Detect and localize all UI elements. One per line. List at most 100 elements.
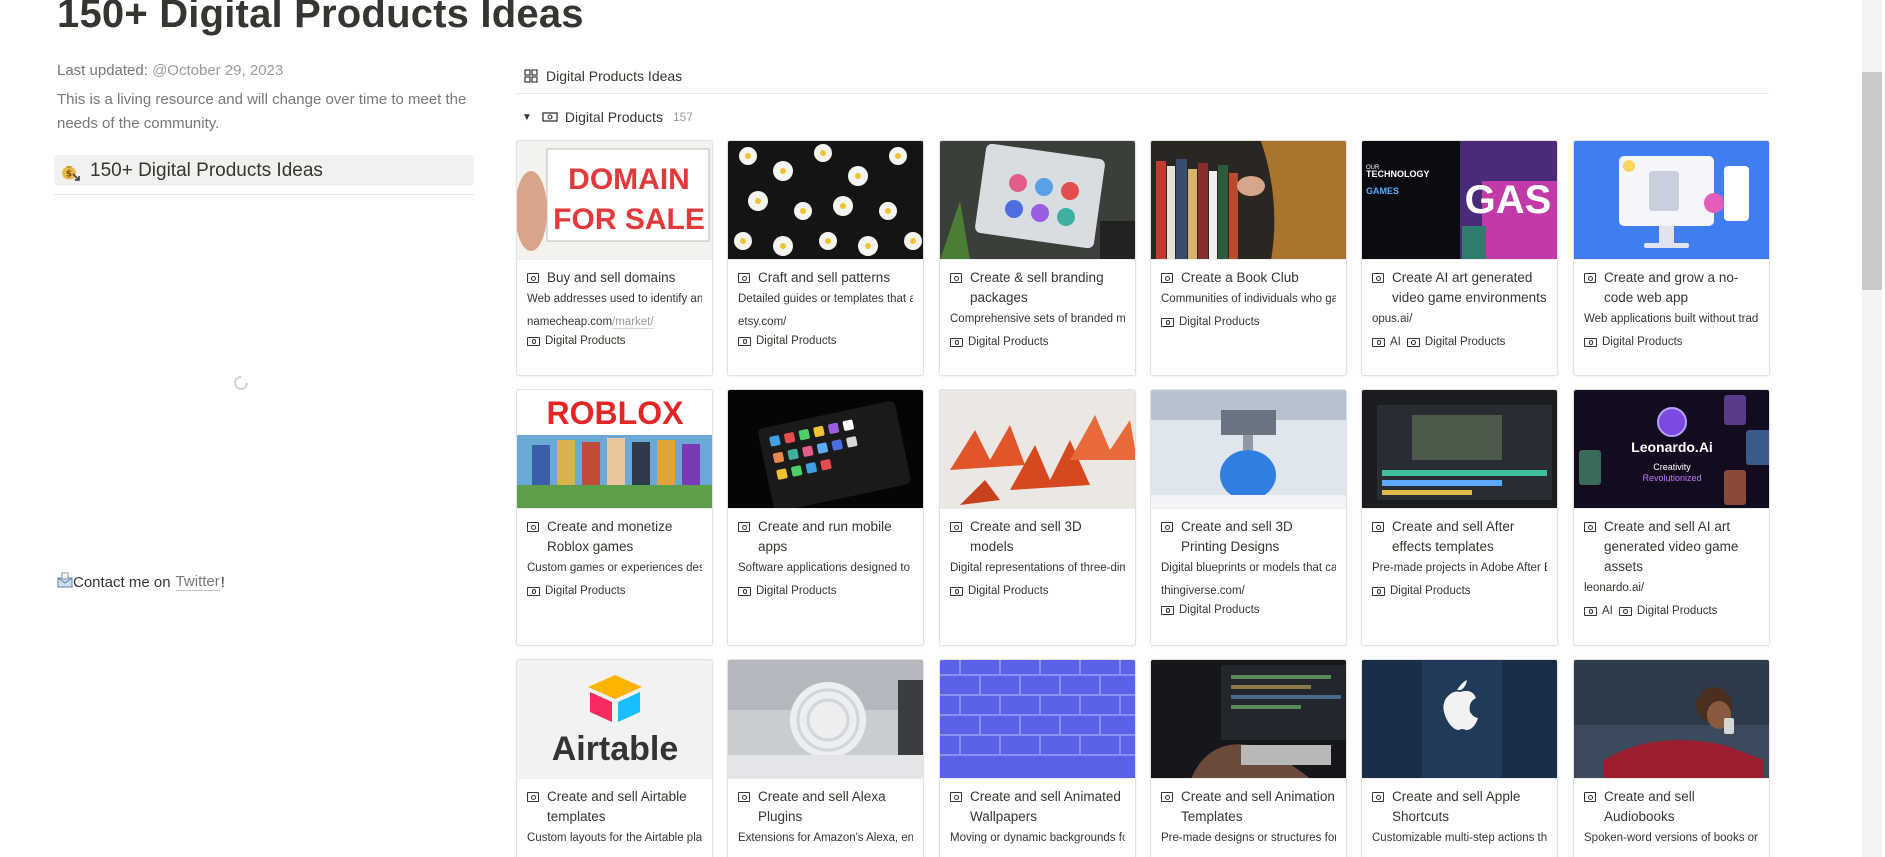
gallery-card[interactable]: Create and run mobile apps Software appl… [727,389,924,646]
money-icon [950,522,962,532]
card-cover-image: Airtable [517,660,712,779]
card-description: Detailed guides or templates that assi [738,293,913,305]
card-title: Create and sell 3D models [970,519,1082,554]
card-url[interactable]: opus.ai/ [1372,313,1547,329]
gallery-card[interactable]: Create and sell Animated Wallpapers Movi… [939,659,1136,857]
last-updated: Last updated: @October 29, 2023 [57,62,477,79]
card-title: Create and sell Apple Shortcuts [1392,789,1521,824]
tag-label: Digital Products [756,585,837,597]
card-cover-image [1362,660,1557,779]
gallery-card[interactable]: Create and sell Audiobooks Spoken-word v… [1573,659,1770,857]
tag-label: AI [1390,336,1401,348]
card-cover-image [1151,390,1346,509]
gallery-card[interactable]: DOMAIN FOR SALE Buy and sell domains Web… [516,140,713,376]
gallery-card[interactable]: Create and sell 3D models Digital repres… [939,389,1136,646]
page-description: This is a living resource and will chang… [57,91,467,132]
tag-label: Digital Products [1179,604,1260,616]
card-url[interactable]: thingiverse.com/ [1161,585,1336,597]
card-description: Spoken-word versions of books or wr [1584,832,1759,844]
gallery-card[interactable]: Create & sell branding packages Comprehe… [939,140,1136,376]
money-icon [1584,273,1596,283]
gallery-card[interactable]: OUR TECHNOLOGY GAMES GAS Create AI art g… [1361,140,1558,376]
gallery-card[interactable]: Airtable Create and sell Airtable templa… [516,659,713,857]
money-icon [1584,606,1597,616]
card-title: Create AI art generated video game envir… [1392,270,1547,305]
card-title: Buy and sell domains [547,270,676,285]
tag: AI [1584,605,1613,617]
money-icon [527,336,540,346]
group-header[interactable]: ▼ Digital Products 157 [522,109,693,125]
card-cover-image [1362,390,1557,509]
divider [516,93,1770,94]
gallery-card[interactable]: Create and sell 3D Printing Designs Digi… [1150,389,1347,646]
card-description: Custom games or experiences design [527,562,702,574]
tag: Digital Products [1161,316,1260,328]
gallery-card[interactable]: ROBLOX Create and monetize Roblox games … [516,389,713,646]
tag-label: Digital Products [545,335,626,347]
card-url[interactable]: namecheap.com/market/ [527,316,702,329]
card-title: Create and sell Audiobooks [1604,789,1695,824]
money-icon [1406,337,1420,347]
card-url[interactable]: etsy.com/ [738,316,913,328]
gallery-card[interactable]: Create and sell Apple Shortcuts Customiz… [1361,659,1558,857]
tag: Digital Products [738,335,837,347]
money-icon [1584,522,1596,532]
card-cover-image [940,141,1135,260]
tag: Digital Products [950,585,1049,597]
card-description: Moving or dynamic backgrounds for c [950,832,1125,844]
money-icon [950,586,963,596]
card-cover-image [1574,141,1769,260]
gallery-card[interactable]: Create and sell Animation Templates Pre-… [1150,659,1347,857]
gallery-card[interactable]: Leonardo.Ai Creativity Revolutionized Cr… [1573,389,1770,646]
gallery-card[interactable]: Create a Book Club Communities of indivi… [1150,140,1347,376]
card-url-path: /market/ [612,316,654,329]
money-icon [527,273,539,283]
card-description: Web applications built without traditi [1584,313,1759,325]
tag: Digital Products [950,336,1049,348]
card-title: Create and sell Alexa Plugins [758,789,886,824]
card-cover-image [728,390,923,509]
database-view-tab[interactable]: Digital Products Ideas [524,68,682,84]
money-icon [1372,586,1385,596]
group-count: 157 [672,110,693,124]
card-description: Communities of individuals who gath [1161,293,1336,305]
tag: AI [1372,336,1401,348]
domain-sign-line1: DOMAIN [568,163,690,196]
card-cover-image [1151,141,1346,260]
contact-prefix: Contact me on [73,573,171,591]
card-cover-image: ROBLOX [517,390,712,509]
left-column: Last updated: @October 29, 2023 This is … [57,62,477,136]
caret-down-icon[interactable]: ▼ [522,112,532,123]
card-title: Create and sell After effects templates [1392,519,1515,554]
divider [54,194,474,195]
gallery-card[interactable]: Create and sell After effects templates … [1361,389,1558,646]
money-bag-icon: $ [60,161,80,181]
tag: Digital Products [1584,336,1683,348]
money-icon [527,792,539,802]
card-description: Comprehensive sets of branded mate [950,313,1125,325]
card-title: Create and sell Animation Templates [1181,789,1335,824]
date-mention[interactable]: @October 29, 2023 [152,62,283,79]
scrollbar-thumb[interactable] [1862,72,1882,290]
card-url[interactable]: leonardo.ai/ [1584,582,1759,598]
toc-link[interactable]: $ 150+ Digital Products Ideas [54,155,474,186]
thumb-text: GAMES [1366,186,1399,196]
money-icon [527,522,539,532]
tag: Digital Products [738,585,837,597]
thumb-text: Creativity [1653,462,1691,472]
toc-label: 150+ Digital Products Ideas [90,159,323,181]
gallery-grid-icon [524,69,538,83]
money-icon [1584,337,1597,347]
gallery-card[interactable]: Create and sell Alexa Plugins Extensions… [727,659,924,857]
gallery-card[interactable]: Craft and sell patterns Detailed guides … [727,140,924,376]
card-description: Pre-made designs or structures for cr [1161,832,1336,844]
money-icon [542,112,558,122]
card-title: Create and sell Airtable templates [547,789,687,824]
money-icon [950,792,962,802]
gallery-card[interactable]: Create and grow a no-code web app Web ap… [1573,140,1770,376]
last-updated-label: Last updated: [57,62,153,79]
roblox-logo: ROBLOX [547,395,685,431]
card-cover-image [940,390,1135,509]
twitter-link[interactable]: Twitter [175,573,220,591]
card-cover-image: OUR TECHNOLOGY GAMES GAS [1362,141,1557,260]
